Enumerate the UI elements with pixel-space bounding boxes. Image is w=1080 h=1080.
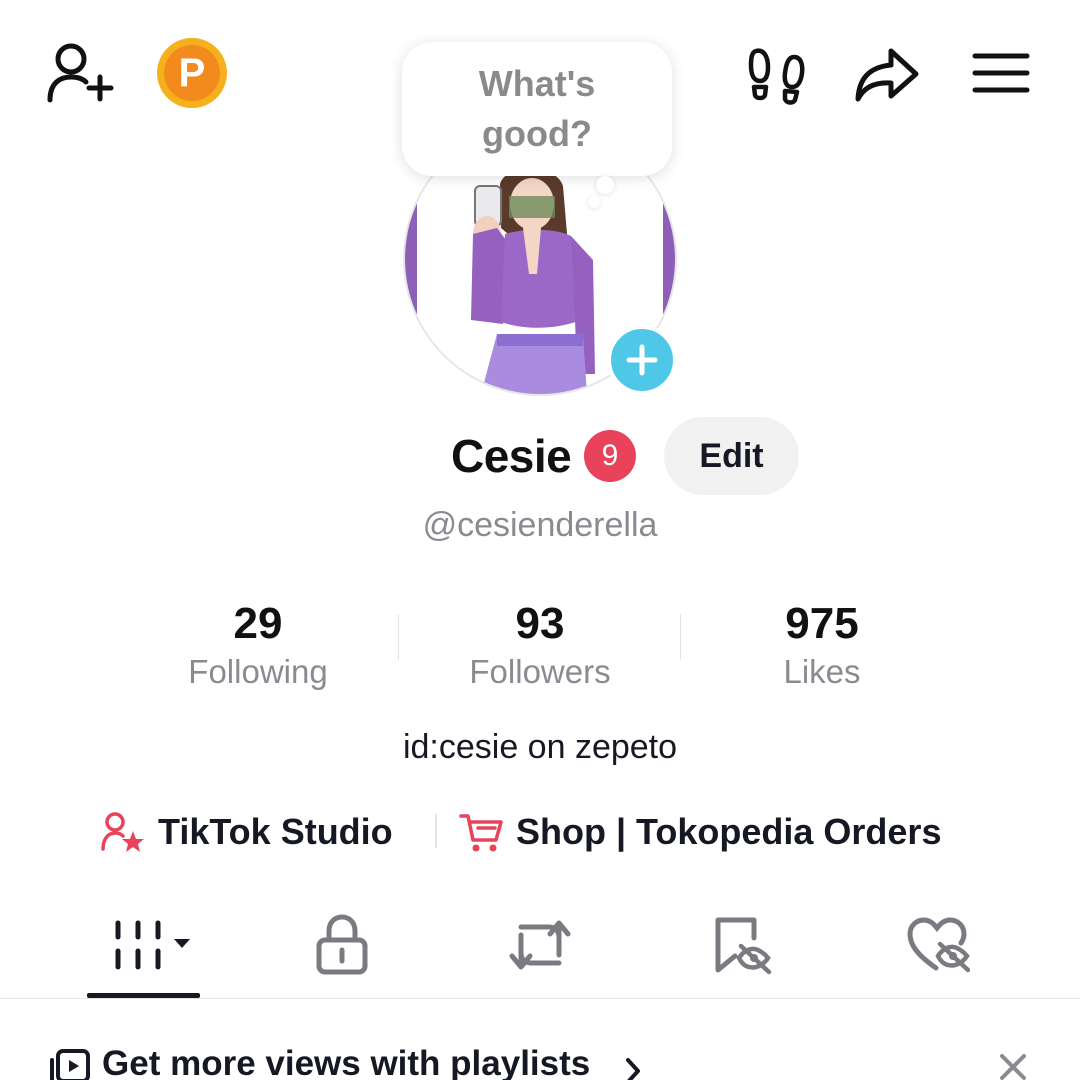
playlist-icon: [48, 1048, 92, 1080]
following-label: Following: [188, 653, 328, 690]
tab-videos[interactable]: [92, 905, 212, 985]
following-count: 29: [233, 599, 283, 648]
creator-star-icon: [100, 811, 146, 853]
profile-views-icon[interactable]: [744, 44, 808, 106]
coins-icon[interactable]: P: [157, 38, 227, 108]
close-icon[interactable]: [998, 1052, 1028, 1080]
link-divider: [435, 814, 437, 848]
playlist-banner-text: Get more views with playlists: [102, 1044, 591, 1080]
profile-page: P What's good? Cesie 9 Edit @cesienderel…: [0, 0, 1080, 1080]
stat-likes[interactable]: 975 Likes: [712, 598, 932, 694]
cart-icon: [458, 810, 504, 854]
coin-letter: P: [164, 45, 220, 101]
tabs-divider: [0, 998, 1080, 999]
likes-count: 975: [785, 599, 859, 648]
stat-divider: [680, 614, 681, 660]
menu-icon[interactable]: [970, 50, 1032, 96]
tab-favorites[interactable]: [682, 905, 802, 985]
tab-reposts[interactable]: [480, 905, 600, 985]
shop-orders-link[interactable]: Shop | Tokopedia Orders: [458, 804, 941, 860]
stat-divider: [398, 614, 399, 660]
tiktok-studio-label: TikTok Studio: [158, 811, 393, 852]
lock-icon: [316, 914, 368, 975]
likes-label: Likes: [783, 653, 861, 690]
followers-label: Followers: [469, 653, 611, 690]
repost-icon: [509, 920, 571, 970]
add-friend-icon[interactable]: [44, 40, 116, 106]
add-story-button[interactable]: [607, 325, 677, 395]
tab-private[interactable]: [282, 905, 402, 985]
playlist-banner[interactable]: Get more views with playlists: [0, 1030, 1080, 1080]
notification-badge: 9: [584, 430, 636, 482]
hidden-favorites-icon: [715, 917, 772, 975]
tiktok-studio-link[interactable]: TikTok Studio: [100, 804, 393, 860]
shop-orders-label: Shop | Tokopedia Orders: [516, 811, 942, 852]
chevron-right-icon: [624, 1056, 642, 1080]
stat-following[interactable]: 29 Following: [148, 598, 368, 694]
note-bubble[interactable]: What's good?: [402, 42, 672, 176]
username: @cesienderella: [422, 506, 658, 544]
hidden-likes-icon: [907, 917, 970, 973]
bio: id:cesie on zepeto: [402, 728, 678, 766]
followers-count: 93: [515, 599, 565, 648]
tab-liked[interactable]: [878, 905, 998, 985]
videos-grid-icon: [115, 920, 190, 970]
bubble-tail: [596, 176, 614, 194]
edit-profile-button[interactable]: Edit: [664, 417, 799, 495]
stat-followers[interactable]: 93 Followers: [430, 598, 650, 694]
note-text: What's good?: [478, 63, 596, 154]
bubble-tail-small: [588, 196, 600, 208]
display-name: Cesie: [451, 430, 572, 482]
plus-icon: [626, 344, 658, 376]
share-icon[interactable]: [852, 44, 922, 104]
